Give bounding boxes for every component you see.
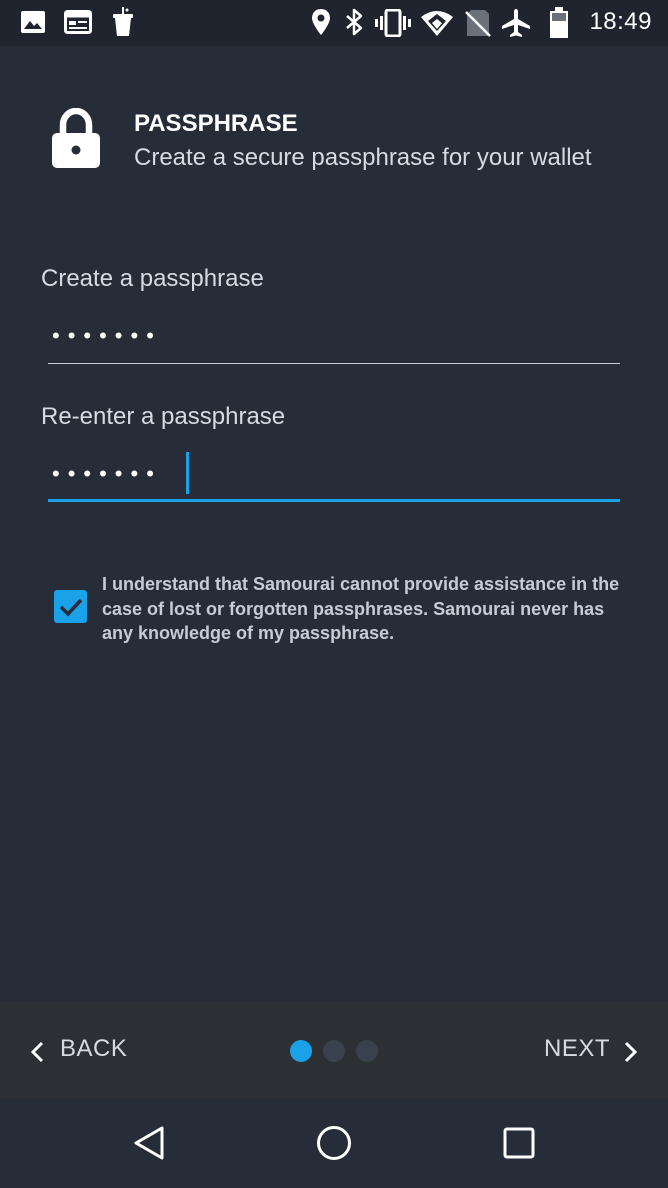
chevron-left-icon bbox=[30, 1041, 44, 1063]
system-navigation-bar bbox=[0, 1099, 668, 1188]
step-dot-3 bbox=[356, 1040, 378, 1062]
wifi-icon bbox=[421, 11, 453, 36]
back-triangle-icon[interactable] bbox=[132, 1125, 166, 1161]
create-passphrase-label: Create a passphrase bbox=[41, 265, 264, 292]
masked-passphrase-confirm: ••••••• bbox=[52, 461, 162, 486]
chevron-right-icon bbox=[624, 1041, 638, 1063]
reenter-passphrase-label: Re-enter a passphrase bbox=[41, 403, 286, 430]
home-circle-icon[interactable] bbox=[316, 1125, 352, 1161]
vibrate-icon bbox=[375, 9, 411, 37]
calendar-icon bbox=[64, 10, 92, 34]
masked-passphrase: ••••••• bbox=[52, 323, 162, 348]
next-label: NEXT bbox=[544, 1035, 611, 1062]
text-caret bbox=[186, 452, 189, 494]
back-button[interactable]: BACK bbox=[20, 1021, 140, 1081]
location-icon bbox=[312, 9, 330, 35]
wizard-navigation: BACK NEXT bbox=[0, 1001, 668, 1099]
passphrase-screen: PASSPHRASE Create a secure passphrase fo… bbox=[0, 46, 668, 1001]
battery-icon bbox=[550, 7, 568, 38]
checkmark-icon bbox=[59, 598, 83, 617]
clock: 18:49 bbox=[589, 8, 652, 35]
page-title: PASSPHRASE bbox=[134, 110, 298, 137]
agreement-text: I understand that Samourai cannot provid… bbox=[102, 574, 620, 643]
step-dot-1-active bbox=[290, 1040, 312, 1062]
step-dot-2 bbox=[323, 1040, 345, 1062]
status-bar: 18:49 bbox=[0, 0, 668, 46]
next-button[interactable]: NEXT bbox=[530, 1021, 650, 1081]
cup-icon bbox=[113, 7, 133, 36]
bluetooth-icon bbox=[346, 8, 363, 36]
image-icon bbox=[21, 11, 45, 33]
create-passphrase-input[interactable]: ••••••• bbox=[48, 308, 620, 364]
no-sim-icon bbox=[465, 10, 491, 37]
airplane-icon bbox=[502, 9, 530, 37]
page-subtitle: Create a secure passphrase for your wall… bbox=[134, 144, 592, 171]
recents-square-icon[interactable] bbox=[503, 1127, 535, 1159]
lock-icon bbox=[52, 108, 100, 168]
reenter-passphrase-input[interactable]: ••••••• bbox=[48, 446, 620, 502]
agreement-checkbox[interactable] bbox=[54, 590, 87, 623]
back-label: BACK bbox=[60, 1035, 128, 1062]
